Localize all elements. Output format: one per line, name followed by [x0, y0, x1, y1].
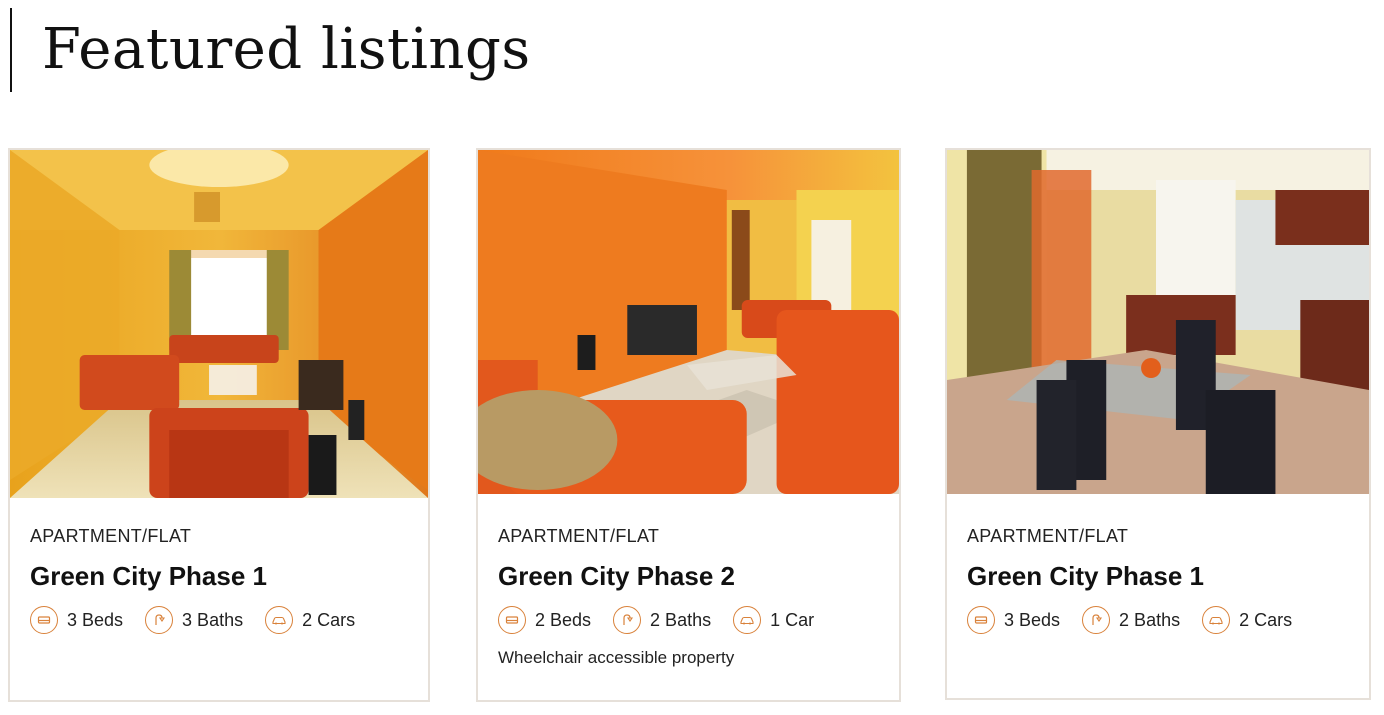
listing-features: 2 Beds 2 Baths 1 Car	[498, 606, 879, 634]
listing-card[interactable]: APARTMENT/FLAT Green City Phase 1 3 Beds…	[8, 148, 430, 702]
beds-label: 2 Beds	[535, 609, 592, 630]
feature-cars: 2 Cars	[1202, 606, 1292, 634]
heading-accent-bar	[10, 8, 12, 92]
feature-baths: 2 Baths	[613, 606, 711, 634]
feature-cars: 1 Car	[733, 606, 814, 634]
feature-cars: 2 Cars	[265, 606, 355, 634]
shower-icon	[145, 606, 174, 634]
kitchen-dining-photo	[947, 150, 1369, 494]
listing-photo[interactable]	[10, 150, 428, 498]
baths-label: 2 Baths	[1119, 609, 1181, 630]
car-icon	[265, 606, 294, 634]
listing-card[interactable]: APARTMENT/FLAT Green City Phase 1 3 Beds…	[945, 148, 1371, 700]
feature-beds: 3 Beds	[30, 606, 123, 634]
living-room-photo	[478, 150, 899, 494]
listing-features: 3 Beds 2 Baths 2 Cars	[967, 606, 1349, 634]
listing-title[interactable]: Green City Phase 2	[498, 561, 879, 592]
listing-title[interactable]: Green City Phase 1	[30, 561, 408, 592]
listing-type: APARTMENT/FLAT	[498, 526, 660, 546]
beds-label: 3 Beds	[1004, 609, 1061, 630]
shower-icon	[1082, 606, 1111, 634]
car-icon	[1202, 606, 1231, 634]
car-icon	[733, 606, 762, 634]
cars-label: 1 Car	[770, 609, 815, 630]
shower-icon	[613, 606, 642, 634]
feature-beds: 2 Beds	[498, 606, 591, 634]
listing-photo[interactable]	[478, 150, 899, 494]
baths-label: 2 Baths	[650, 609, 712, 630]
living-room-photo	[10, 150, 428, 498]
bed-icon	[967, 606, 995, 634]
listing-features: 3 Beds 3 Baths 2 Cars	[30, 606, 408, 634]
cars-label: 2 Cars	[1239, 609, 1293, 630]
listing-photo[interactable]	[947, 150, 1369, 494]
section-header: Featured listings	[10, 8, 531, 92]
section-title: Featured listings	[42, 17, 531, 82]
feature-baths: 2 Baths	[1082, 606, 1180, 634]
listing-type: APARTMENT/FLAT	[967, 526, 1129, 546]
feature-beds: 3 Beds	[967, 606, 1060, 634]
listing-title[interactable]: Green City Phase 1	[967, 561, 1349, 592]
bed-icon	[498, 606, 526, 634]
feature-baths: 3 Baths	[145, 606, 243, 634]
cars-label: 2 Cars	[302, 609, 356, 630]
baths-label: 3 Baths	[182, 609, 244, 630]
beds-label: 3 Beds	[67, 609, 124, 630]
listing-card[interactable]: APARTMENT/FLAT Green City Phase 2 2 Beds…	[476, 148, 901, 702]
bed-icon	[30, 606, 58, 634]
accessibility-note: Wheelchair accessible property	[498, 648, 735, 667]
listing-type: APARTMENT/FLAT	[30, 526, 192, 546]
